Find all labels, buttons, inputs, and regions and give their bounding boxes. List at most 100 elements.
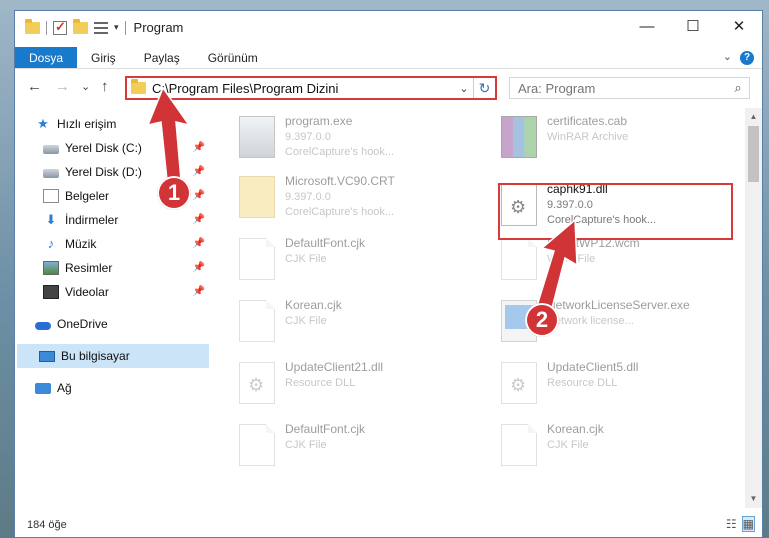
new-folder-icon[interactable] [73, 18, 88, 34]
file-description: Network license... [547, 315, 634, 327]
file-name: DefaultFont.cjk [285, 236, 366, 250]
file-icon [501, 238, 537, 280]
file-type: WinRAR Archive [547, 131, 629, 143]
download-icon: ⬇ [45, 212, 57, 227]
forward-button[interactable]: → [55, 78, 70, 95]
sidebar-item-label: OneDrive [57, 317, 108, 331]
list-item[interactable]: Korean.cjk CJK File [485, 416, 725, 474]
sidebar-item-label: Hızlı erişim [57, 117, 117, 131]
star-icon: ★ [37, 116, 49, 131]
navigation-row: ← → ⌄ ↑ C:\Program Files\Program Dizini … [15, 70, 762, 104]
details-view-icon[interactable]: ☷ [726, 517, 737, 531]
sidebar-item-label: Yerel Disk (D:) [65, 165, 142, 179]
folder-icon [25, 18, 40, 34]
status-item-count: 184 öğe [27, 519, 67, 531]
quick-access-toolbar: ▾ Program [25, 18, 184, 35]
vertical-scrollbar[interactable]: ▲ ▼ [745, 108, 762, 508]
file-icon [239, 238, 275, 280]
tiles-view-icon[interactable]: ▦ [741, 516, 756, 532]
list-item[interactable]: ⚙ UpdateClient5.dll Resource DLL [485, 354, 725, 412]
file-type: CJK File [285, 439, 327, 451]
file-type: Resource DLL [285, 377, 356, 389]
sidebar-item-music[interactable]: ♪ Müzik 📌 [43, 232, 209, 256]
file-name: program.exe [285, 114, 353, 128]
scroll-up-icon[interactable]: ▲ [745, 110, 762, 124]
list-item[interactable]: certificates.cab WinRAR Archive [485, 108, 725, 166]
list-item[interactable]: Korean.cjk CJK File [223, 292, 463, 350]
window-title: Program [133, 20, 184, 35]
music-icon: ♪ [47, 236, 55, 251]
list-item[interactable]: Microsoft.VC90.CRT 9.397.0.0 CorelCaptur… [223, 168, 463, 226]
file-type: CJK File [547, 439, 589, 451]
sidebar-item-videos[interactable]: Videolar 📌 [43, 280, 209, 304]
pin-icon: 📌 [192, 262, 205, 273]
file-type: WCM File [547, 253, 596, 265]
title-bar: ▾ Program — ☐ ✕ [15, 11, 762, 47]
close-button[interactable]: ✕ [716, 11, 762, 41]
file-version: 9.397.0.0 [285, 131, 331, 143]
pin-icon: 📌 [192, 238, 205, 249]
sidebar-item-this-pc[interactable]: Bu bilgisayar [17, 344, 209, 368]
sidebar-item-pictures[interactable]: Resimler 📌 [43, 256, 209, 280]
list-item[interactable]: program.exe 9.397.0.0 CorelCapture's hoo… [223, 108, 463, 166]
back-button[interactable]: ← [27, 78, 42, 95]
dll-icon: ⚙ [501, 362, 537, 404]
file-description: CorelCapture's hook... [285, 146, 395, 158]
address-bar[interactable]: C:\Program Files\Program Dizini ⌄ ↻ [125, 76, 497, 100]
ribbon-tabs: Dosya Giriş Paylaş Görünüm ⌄ ? [15, 47, 762, 69]
minimize-button[interactable]: — [624, 11, 670, 41]
tab-share[interactable]: Paylaş [130, 47, 194, 68]
file-icon [501, 424, 537, 466]
sidebar-item-quick-access[interactable]: ★ Hızlı erişim [35, 112, 229, 136]
customize-icon[interactable] [94, 21, 108, 34]
ribbon-expand-icon[interactable]: ⌄ [723, 50, 732, 63]
list-item[interactable]: DefaultFont.cjk CJK File [223, 230, 463, 288]
pin-icon: 📌 [192, 190, 205, 201]
folder-icon [239, 176, 275, 218]
callout-step-2: 2 [525, 303, 559, 337]
refresh-icon[interactable]: ↻ [473, 78, 495, 98]
help-icon[interactable]: ? [740, 51, 754, 65]
file-type: CJK File [285, 315, 327, 327]
computer-icon [39, 350, 55, 362]
search-icon[interactable]: ⌕ [727, 80, 749, 96]
file-name: certificates.cab [547, 114, 628, 128]
recent-locations-button[interactable]: ⌄ [81, 80, 90, 93]
sidebar-item-downloads[interactable]: ⬇ İndirmeler 📌 [43, 208, 209, 232]
sidebar-item-label: Yerel Disk (C:) [65, 141, 142, 155]
dll-icon: ⚙ [239, 362, 275, 404]
sidebar-item-drive-c[interactable]: Yerel Disk (C:) 📌 [43, 136, 209, 160]
properties-check-icon[interactable] [53, 19, 67, 35]
search-box[interactable]: ⌕ [509, 77, 750, 99]
tab-home[interactable]: Giriş [77, 47, 130, 68]
file-version: 9.397.0.0 [285, 191, 331, 203]
up-button[interactable]: ↑ [101, 78, 109, 95]
list-item[interactable]: NetworkLicenseServer.exe Network license… [485, 292, 725, 350]
maximize-button[interactable]: ☐ [670, 11, 716, 41]
list-item[interactable]: DefaultFont.cjk CJK File [223, 416, 463, 474]
pictures-icon [43, 261, 59, 275]
sidebar-item-label: Ağ [57, 381, 72, 395]
list-item[interactable]: ⚙ UpdateClient21.dll Resource DLL [223, 354, 463, 412]
tab-view[interactable]: Görünüm [194, 47, 272, 68]
sidebar-item-onedrive[interactable]: OneDrive [35, 312, 209, 336]
scroll-down-icon[interactable]: ▼ [745, 492, 762, 506]
sidebar-item-label: İndirmeler [65, 213, 119, 227]
file-name: UpdateClient5.dll [547, 360, 639, 374]
view-toggle: ☷ ▦ [726, 516, 756, 532]
exe-icon [239, 116, 275, 158]
sidebar-item-label: Resimler [65, 261, 113, 275]
address-dropdown-icon[interactable]: ⌄ [455, 82, 473, 95]
window-controls: — ☐ ✕ [624, 11, 762, 41]
file-name: Korean.cjk [285, 298, 342, 312]
search-input[interactable] [510, 80, 727, 96]
cloud-icon [35, 321, 51, 330]
pin-icon: 📌 [192, 166, 205, 177]
tab-file[interactable]: Dosya [15, 47, 78, 68]
file-type: CJK File [285, 253, 327, 265]
address-path[interactable]: C:\Program Files\Program Dizini [152, 81, 455, 96]
sidebar-item-network[interactable]: Ağ [35, 376, 209, 400]
qat-dropdown-icon[interactable]: ▾ [114, 22, 119, 33]
scroll-thumb[interactable] [748, 126, 759, 182]
file-type: Resource DLL [547, 377, 618, 389]
